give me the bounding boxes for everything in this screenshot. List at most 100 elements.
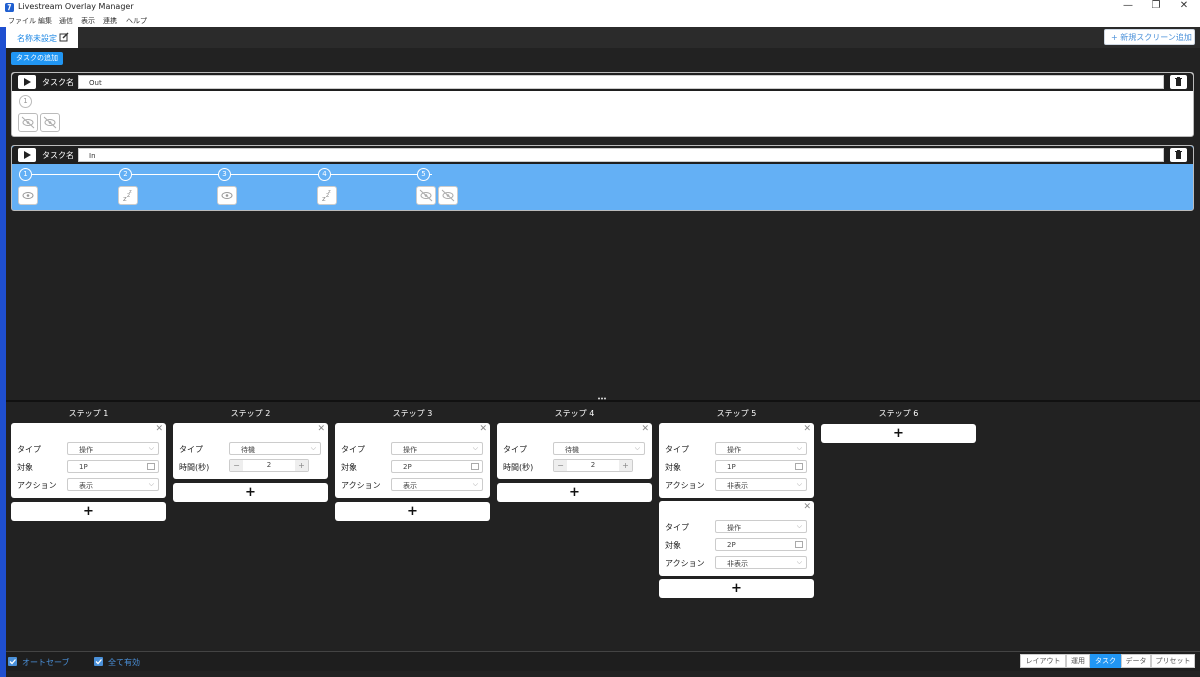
- step-indicator[interactable]: 3: [218, 168, 231, 181]
- autosave-label[interactable]: オートセーブ: [22, 657, 70, 668]
- action-card: ✕ タイプ 待機 ⌵ 時間(秒) − 2 +: [497, 423, 652, 479]
- close-icon[interactable]: ✕: [317, 425, 325, 434]
- time-stepper[interactable]: − 2 +: [553, 459, 633, 472]
- add-task-button[interactable]: タスクの追加: [11, 52, 63, 65]
- eye-off-icon[interactable]: [438, 186, 458, 205]
- action-card: ✕ タイプ 待機 ⌵ 時間(秒) − 2 +: [173, 423, 328, 479]
- target-label: 対象: [665, 541, 681, 550]
- target-field[interactable]: 2P: [715, 538, 807, 551]
- increment-button[interactable]: +: [295, 460, 308, 471]
- title-bar: Livestream Overlay Manager — ❐ ✕: [0, 0, 1200, 15]
- list-icon[interactable]: [795, 463, 803, 470]
- tab-data[interactable]: データ: [1121, 654, 1151, 668]
- type-select[interactable]: 操作 ⌵: [715, 442, 807, 455]
- all-enabled-checkbox[interactable]: [94, 657, 103, 666]
- type-select[interactable]: 待機 ⌵: [229, 442, 321, 455]
- minimize-button[interactable]: —: [1114, 0, 1142, 14]
- close-icon[interactable]: ✕: [641, 425, 649, 434]
- action-select[interactable]: 表示 ⌵: [391, 478, 483, 491]
- close-icon[interactable]: ✕: [803, 503, 811, 512]
- target-field[interactable]: 2P: [391, 460, 483, 473]
- step-column-title: ステップ 3: [392, 409, 433, 418]
- tab-operation[interactable]: 運用: [1066, 654, 1090, 668]
- decrement-button[interactable]: −: [554, 460, 567, 471]
- eye-off-icon[interactable]: [40, 113, 60, 132]
- tab-layout[interactable]: レイアウト: [1020, 654, 1066, 668]
- add-action-button[interactable]: +: [821, 424, 976, 443]
- play-icon: [24, 151, 31, 159]
- step-indicator[interactable]: 4: [318, 168, 331, 181]
- step-column-title: ステップ 5: [716, 409, 757, 418]
- target-field[interactable]: 1P: [67, 460, 159, 473]
- type-select[interactable]: 操作 ⌵: [391, 442, 483, 455]
- panel-divider[interactable]: [6, 400, 1200, 402]
- all-enabled-label[interactable]: 全て有効: [108, 657, 140, 668]
- delete-task-button[interactable]: [1170, 148, 1187, 162]
- eye-off-icon[interactable]: [18, 113, 38, 132]
- target-value: 2P: [403, 463, 412, 471]
- target-value: 1P: [727, 463, 736, 471]
- list-icon[interactable]: [147, 463, 155, 470]
- menu-view[interactable]: 表示: [81, 16, 95, 26]
- type-select[interactable]: 操作 ⌵: [67, 442, 159, 455]
- delete-task-button[interactable]: [1170, 75, 1187, 89]
- target-value: 2P: [727, 541, 736, 549]
- list-icon[interactable]: [471, 463, 479, 470]
- menu-comm[interactable]: 通信: [59, 16, 73, 26]
- close-icon[interactable]: ✕: [803, 425, 811, 434]
- sleep-icon[interactable]: zzz: [317, 186, 337, 205]
- eye-icon[interactable]: [217, 186, 237, 205]
- play-button[interactable]: [18, 148, 36, 162]
- trash-icon: [1175, 77, 1182, 86]
- tab-task[interactable]: タスク: [1090, 654, 1121, 668]
- action-select[interactable]: 非表示 ⌵: [715, 478, 807, 491]
- step-indicator[interactable]: 2: [119, 168, 132, 181]
- close-window-button[interactable]: ✕: [1170, 0, 1198, 14]
- type-select[interactable]: 操作 ⌵: [715, 520, 807, 533]
- step-indicator[interactable]: 5: [417, 168, 430, 181]
- type-label: タイプ: [341, 445, 365, 454]
- add-action-button[interactable]: +: [659, 579, 814, 598]
- close-icon[interactable]: ✕: [155, 425, 163, 434]
- step-indicator[interactable]: 1: [19, 168, 32, 181]
- task-name-label: タスク名: [42, 151, 74, 160]
- action-value: 非表示: [727, 560, 748, 568]
- autosave-checkbox[interactable]: [8, 657, 17, 666]
- chevron-down-icon: ⌵: [148, 444, 154, 452]
- step-indicator[interactable]: 1: [19, 95, 32, 108]
- add-action-button[interactable]: +: [173, 483, 328, 502]
- play-icon: [24, 78, 31, 86]
- play-button[interactable]: [18, 75, 36, 89]
- edit-icon[interactable]: [59, 32, 69, 42]
- action-select[interactable]: 非表示 ⌵: [715, 556, 807, 569]
- screen-tab[interactable]: 名称未設定: [6, 27, 78, 48]
- menu-integration[interactable]: 連携: [103, 16, 117, 26]
- step-column-title: ステップ 6: [878, 409, 919, 418]
- sleep-icon[interactable]: zzz: [118, 186, 138, 205]
- action-value: 表示: [79, 482, 93, 490]
- type-select[interactable]: 待機 ⌵: [553, 442, 645, 455]
- increment-button[interactable]: +: [619, 460, 632, 471]
- task-name-input[interactable]: Out: [78, 75, 1164, 89]
- close-icon[interactable]: ✕: [479, 425, 487, 434]
- list-icon[interactable]: [795, 541, 803, 548]
- new-screen-button[interactable]: + 新規スクリーン追加: [1104, 29, 1195, 45]
- add-action-button[interactable]: +: [335, 502, 490, 521]
- decrement-button[interactable]: −: [230, 460, 243, 471]
- menu-edit[interactable]: 編集: [38, 16, 52, 26]
- time-stepper[interactable]: − 2 +: [229, 459, 309, 472]
- task-name-input[interactable]: In: [78, 148, 1164, 162]
- tab-preset[interactable]: プリセット: [1151, 654, 1195, 668]
- action-card: ✕ タイプ 操作 ⌵ 対象 1P アクション 非表示 ⌵: [659, 423, 814, 498]
- eye-off-icon[interactable]: [416, 186, 436, 205]
- add-action-button[interactable]: +: [497, 483, 652, 502]
- time-value: 2: [266, 461, 272, 469]
- target-field[interactable]: 1P: [715, 460, 807, 473]
- menu-file[interactable]: ファイル: [8, 16, 36, 26]
- eye-icon[interactable]: [18, 186, 38, 205]
- restore-button[interactable]: ❐: [1142, 0, 1170, 14]
- add-action-button[interactable]: +: [11, 502, 166, 521]
- mode-tabs: レイアウト 運用 タスク データ プリセット: [1020, 654, 1195, 668]
- menu-help[interactable]: ヘルプ: [126, 16, 147, 26]
- action-select[interactable]: 表示 ⌵: [67, 478, 159, 491]
